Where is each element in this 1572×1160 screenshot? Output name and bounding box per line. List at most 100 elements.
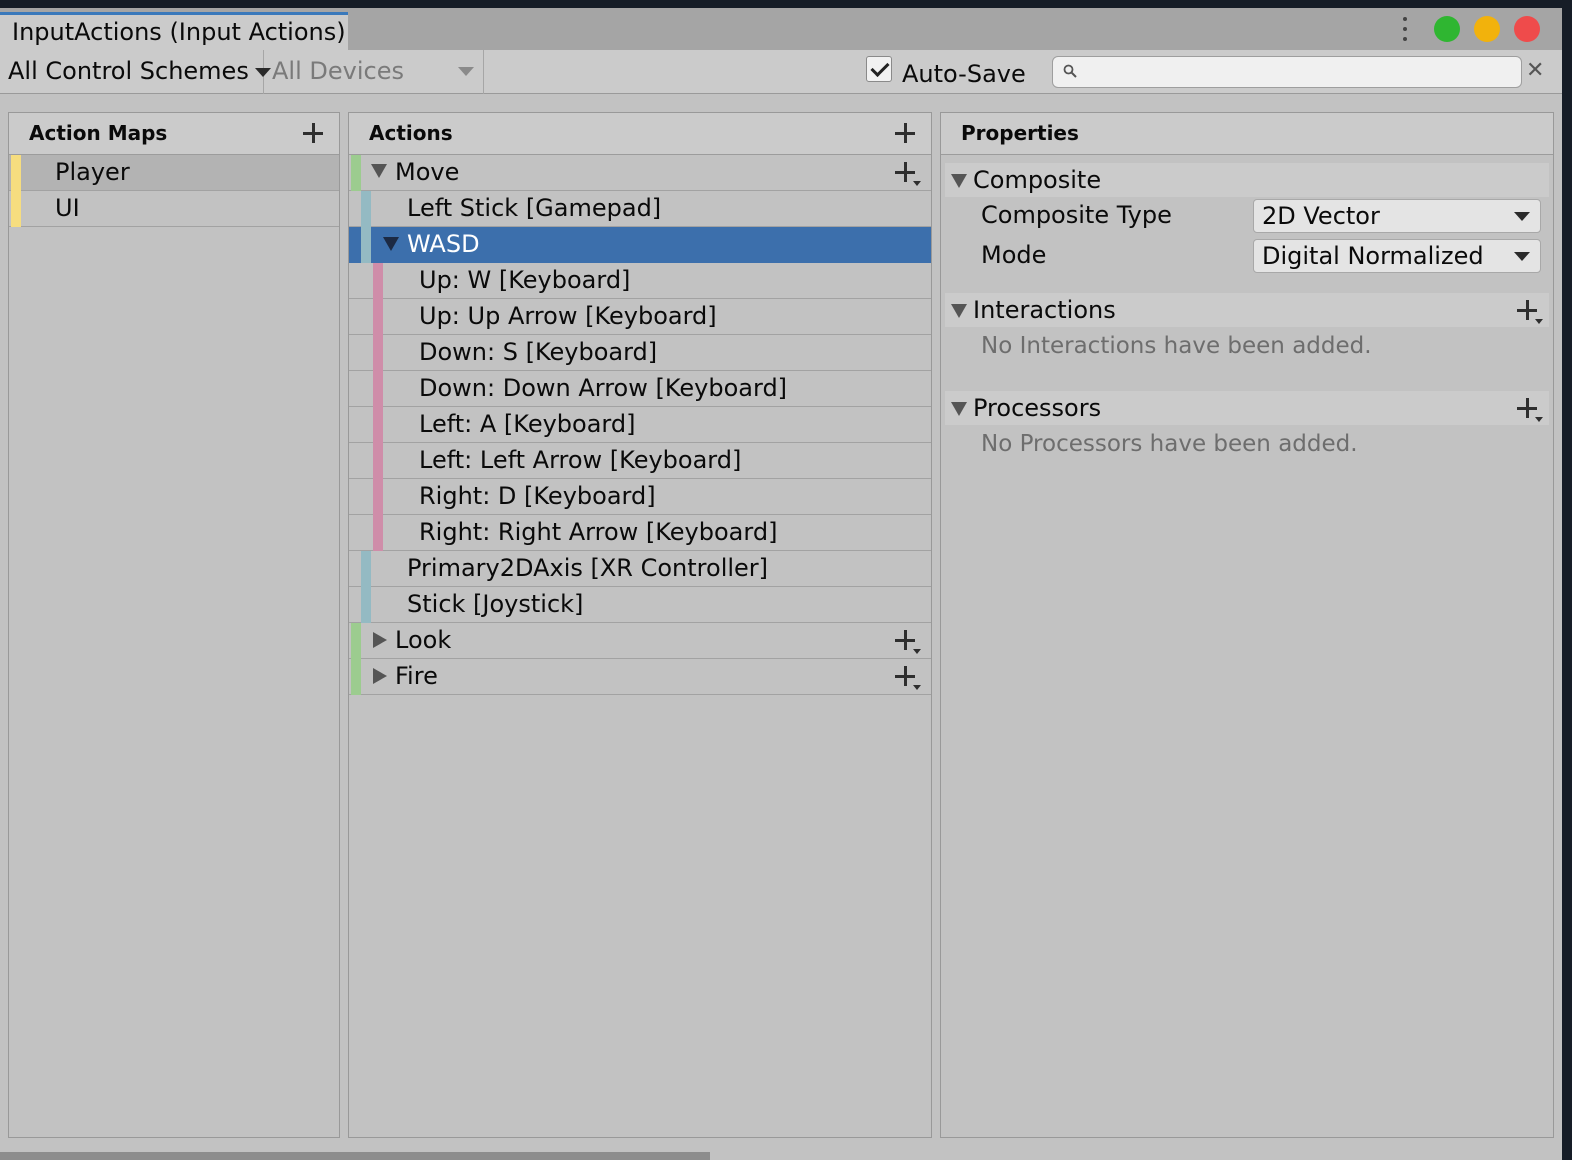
search-input[interactable]	[1083, 59, 1513, 85]
window-tab[interactable]: InputActions (Input Actions)	[0, 12, 348, 50]
composite-part-row[interactable]: Up: Up Arrow [Keyboard]	[349, 299, 931, 335]
action-maps-list: Player UI	[9, 155, 339, 227]
add-binding-button[interactable]	[895, 666, 921, 690]
tree-item-label: Down: Down Arrow [Keyboard]	[419, 374, 788, 402]
composite-type-row: Composite Type 2D Vector	[941, 197, 1553, 237]
properties-title: Properties	[961, 121, 1079, 145]
tree-item-label: Down: S [Keyboard]	[419, 338, 658, 366]
devices-dropdown[interactable]: All Devices	[264, 50, 484, 94]
tree-color-bar	[373, 299, 383, 335]
autosave-label: Auto-Save	[902, 60, 1026, 88]
tree-item-label: Move	[395, 158, 460, 186]
composite-part-row[interactable]: Down: S [Keyboard]	[349, 335, 931, 371]
clear-search-icon[interactable]: ✕	[1526, 56, 1544, 86]
tree-item-label: Primary2DAxis [XR Controller]	[407, 554, 769, 582]
add-action-button[interactable]	[895, 123, 915, 143]
composite-section-header[interactable]: Composite	[945, 163, 1549, 197]
window-tab-bar: InputActions (Input Actions)	[0, 8, 1562, 50]
window-tab-title: InputActions (Input Actions)	[12, 18, 346, 46]
action-map-color-bar	[11, 191, 21, 227]
action-map-item[interactable]: Player	[9, 155, 339, 191]
add-processor-button[interactable]	[1517, 398, 1543, 422]
actions-tree: Move Left Stick [Gamepad] WASD Up: W [Keybo…	[349, 155, 931, 695]
tree-item-label: Look	[395, 626, 452, 654]
expanded-triangle-icon	[951, 402, 967, 416]
actions-panel: Actions Move Left Stick [Gamepad] WASD Up: …	[348, 112, 932, 1138]
maximize-button[interactable]	[1434, 16, 1460, 42]
tree-color-bar	[373, 479, 383, 515]
composite-type-dropdown[interactable]: 2D Vector	[1253, 199, 1541, 233]
tree-item-label: Stick [Joystick]	[407, 590, 584, 618]
interactions-section-header[interactable]: Interactions	[945, 293, 1549, 327]
tree-color-bar	[361, 191, 371, 227]
tree-item-label: Up: Up Arrow [Keyboard]	[419, 302, 717, 330]
devices-label: All Devices	[272, 57, 404, 85]
tree-item-label: Up: W [Keyboard]	[419, 266, 631, 294]
composite-part-row[interactable]: Left: Left Arrow [Keyboard]	[349, 443, 931, 479]
tree-color-bar	[361, 587, 371, 623]
tree-color-bar	[351, 659, 361, 695]
action-row[interactable]: Fire	[349, 659, 931, 695]
expanded-triangle-icon	[951, 174, 967, 188]
autosave-checkbox[interactable]	[866, 56, 892, 82]
tree-color-bar	[351, 623, 361, 659]
action-map-item[interactable]: UI	[9, 191, 339, 227]
tree-item-label: Fire	[395, 662, 438, 690]
action-row[interactable]: Look	[349, 623, 931, 659]
processors-title: Processors	[973, 394, 1102, 422]
tree-color-bar	[361, 551, 371, 587]
processors-body: No Processors have been added.	[941, 425, 1553, 489]
expanded-triangle-icon[interactable]	[371, 164, 387, 178]
tree-item-label: Left Stick [Gamepad]	[407, 194, 662, 222]
close-window-button[interactable]	[1514, 16, 1540, 42]
expanded-triangle-icon	[951, 304, 967, 318]
actions-title: Actions	[369, 121, 453, 145]
tree-item-label: Left: Left Arrow [Keyboard]	[419, 446, 742, 474]
composite-part-row[interactable]: Right: D [Keyboard]	[349, 479, 931, 515]
composite-part-row[interactable]: Right: Right Arrow [Keyboard]	[349, 515, 931, 551]
binding-row[interactable]: Stick [Joystick]	[349, 587, 931, 623]
chevron-down-icon	[1514, 252, 1530, 261]
search-field[interactable]	[1052, 56, 1522, 88]
add-binding-button[interactable]	[895, 630, 921, 654]
composite-type-label: Composite Type	[981, 201, 1172, 229]
mode-row: Mode Digital Normalized	[941, 237, 1553, 277]
composite-binding-row[interactable]: WASD	[349, 227, 931, 263]
properties-header: Properties	[941, 113, 1553, 155]
binding-row[interactable]: Left Stick [Gamepad]	[349, 191, 931, 227]
chevron-down-icon	[458, 67, 474, 76]
processors-section-header[interactable]: Processors	[945, 391, 1549, 425]
control-schemes-dropdown[interactable]: All Control Schemes	[0, 50, 271, 94]
horizontal-scrollbar[interactable]	[0, 1152, 710, 1160]
search-icon	[1063, 64, 1077, 78]
mode-value: Digital Normalized	[1262, 242, 1484, 270]
binding-row[interactable]: Primary2DAxis [XR Controller]	[349, 551, 931, 587]
chevron-down-icon	[1514, 212, 1530, 221]
interactions-empty-note: No Interactions have been added.	[981, 333, 1372, 359]
composite-part-row[interactable]: Up: W [Keyboard]	[349, 263, 931, 299]
actions-header: Actions	[349, 113, 931, 155]
mode-label: Mode	[981, 241, 1047, 269]
tree-color-bar	[373, 407, 383, 443]
minimize-button[interactable]	[1474, 16, 1500, 42]
expanded-triangle-icon[interactable]	[383, 237, 399, 251]
window-controls	[1400, 16, 1540, 42]
composite-type-value: 2D Vector	[1262, 202, 1380, 230]
add-binding-button[interactable]	[895, 162, 921, 186]
tree-color-bar	[373, 335, 383, 371]
action-row[interactable]: Move	[349, 155, 931, 191]
collapsed-triangle-icon[interactable]	[373, 632, 387, 648]
action-maps-header: Action Maps	[9, 113, 339, 155]
composite-part-row[interactable]: Down: Down Arrow [Keyboard]	[349, 371, 931, 407]
toolbar: All Control Schemes All Devices Auto-Sav…	[0, 50, 1562, 94]
collapsed-triangle-icon[interactable]	[373, 668, 387, 684]
action-maps-title: Action Maps	[29, 121, 168, 145]
action-map-label: UI	[55, 194, 80, 222]
more-options-icon[interactable]	[1400, 17, 1410, 41]
composite-part-row[interactable]: Left: A [Keyboard]	[349, 407, 931, 443]
mode-dropdown[interactable]: Digital Normalized	[1253, 239, 1541, 273]
action-maps-panel: Action Maps Player UI	[8, 112, 340, 1138]
properties-panel: Properties Composite Composite Type 2D V…	[940, 112, 1554, 1138]
add-action-map-button[interactable]	[303, 123, 323, 143]
add-interaction-button[interactable]	[1517, 300, 1543, 324]
